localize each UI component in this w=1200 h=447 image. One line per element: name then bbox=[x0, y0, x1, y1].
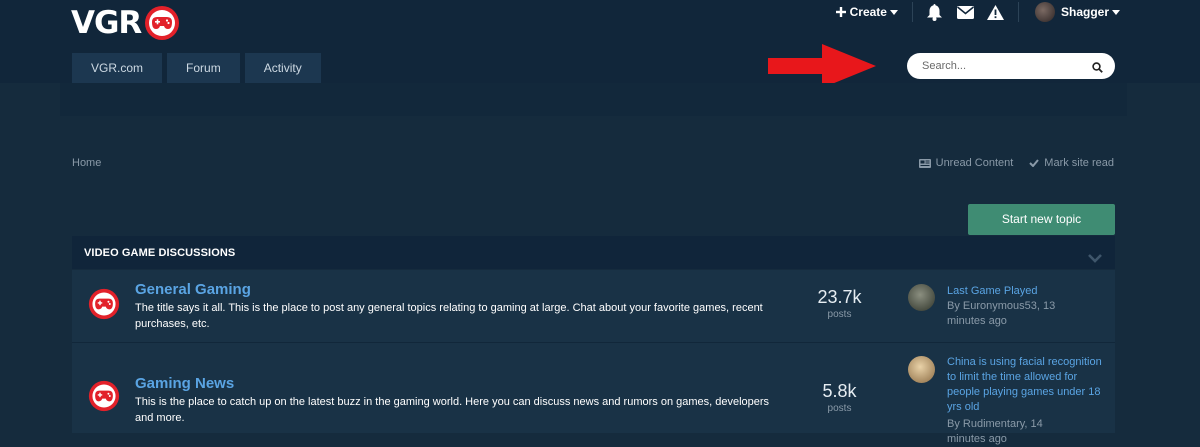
reports-button[interactable] bbox=[986, 4, 1004, 20]
divider bbox=[911, 2, 913, 22]
warning-icon bbox=[986, 4, 1004, 20]
avatar[interactable] bbox=[908, 284, 935, 311]
create-label: Create bbox=[849, 5, 887, 19]
unread-content-label: Unread Content bbox=[935, 157, 1014, 169]
mark-site-read-link[interactable]: Mark site read bbox=[1029, 157, 1114, 169]
messages-button[interactable] bbox=[956, 5, 974, 19]
notifications-button[interactable] bbox=[926, 3, 942, 21]
mark-site-read-label: Mark site read bbox=[1044, 157, 1114, 169]
forum-stats: 23.7k posts bbox=[802, 287, 877, 320]
last-post-meta: By Euronymous53, 13 minutes ago bbox=[947, 300, 1056, 327]
caret-down-icon bbox=[889, 9, 898, 15]
category-header: VIDEO GAME DISCUSSIONS bbox=[72, 236, 1115, 269]
forum-logo-icon bbox=[88, 288, 120, 320]
forum-title[interactable]: Gaming News bbox=[135, 375, 234, 392]
posts-label: posts bbox=[827, 309, 852, 320]
forum-row: General Gaming The title says it all. Th… bbox=[72, 270, 1115, 342]
last-post-meta: By Rudimentary, 14 minutes ago bbox=[947, 418, 1043, 445]
last-post-title[interactable]: China is using facial recognition to lim… bbox=[947, 355, 1107, 415]
tab-vgr-com[interactable]: VGR.com bbox=[72, 53, 163, 83]
newspaper-icon bbox=[918, 158, 931, 168]
start-new-topic-button[interactable]: Start new topic bbox=[968, 204, 1115, 235]
page-actions: Unread Content Mark site read bbox=[918, 157, 1114, 169]
forum-row: Gaming News This is the place to catch u… bbox=[72, 343, 1115, 445]
caret-down-icon bbox=[1112, 9, 1120, 15]
search-input[interactable] bbox=[920, 59, 1084, 73]
site-header: VGR Create Shagger VGR.com Forum Activit… bbox=[0, 0, 1200, 88]
bell-icon bbox=[926, 3, 942, 21]
create-menu[interactable]: Create bbox=[835, 5, 898, 19]
forum-description: This is the place to catch up on the lat… bbox=[135, 396, 770, 424]
tab-activity[interactable]: Activity bbox=[244, 53, 321, 83]
avatar bbox=[1034, 2, 1055, 22]
user-bar: Create Shagger bbox=[835, 0, 1120, 24]
main-nav: VGR.com Forum Activity bbox=[72, 53, 321, 83]
forum-logo-icon bbox=[88, 380, 120, 412]
search-box bbox=[907, 53, 1115, 79]
secondary-nav-bar bbox=[60, 83, 1127, 116]
chevron-down-icon bbox=[1088, 254, 1102, 263]
breadcrumb: Home bbox=[72, 157, 101, 169]
annotation-arrow bbox=[768, 44, 876, 88]
breadcrumb-home[interactable]: Home bbox=[72, 157, 101, 169]
category-title: VIDEO GAME DISCUSSIONS bbox=[84, 247, 236, 259]
posts-count: 23.7k bbox=[817, 287, 862, 307]
logo-text: VGR bbox=[71, 5, 142, 41]
checkmark-icon bbox=[1029, 159, 1040, 167]
unread-content-link[interactable]: Unread Content bbox=[918, 157, 1014, 169]
envelope-icon bbox=[956, 5, 974, 19]
divider bbox=[1017, 2, 1019, 22]
posts-label: posts bbox=[827, 403, 852, 414]
search-icon bbox=[1092, 62, 1103, 73]
forum-stats: 5.8k posts bbox=[802, 381, 877, 414]
avatar[interactable] bbox=[908, 356, 935, 383]
posts-count: 5.8k bbox=[822, 381, 857, 401]
gamepad-logo-icon bbox=[145, 6, 180, 40]
plus-icon bbox=[835, 7, 846, 17]
site-logo[interactable]: VGR bbox=[71, 5, 180, 41]
collapse-toggle[interactable] bbox=[1088, 250, 1102, 268]
tab-forum[interactable]: Forum bbox=[167, 53, 240, 83]
forum-description: The title says it all. This is the place… bbox=[135, 302, 763, 330]
search-button[interactable] bbox=[1092, 60, 1103, 78]
last-post-title[interactable]: Last Game Played bbox=[947, 284, 1107, 299]
username: Shagger bbox=[1060, 5, 1109, 19]
forum-title[interactable]: General Gaming bbox=[135, 281, 251, 298]
user-menu[interactable]: Shagger bbox=[1034, 2, 1120, 22]
